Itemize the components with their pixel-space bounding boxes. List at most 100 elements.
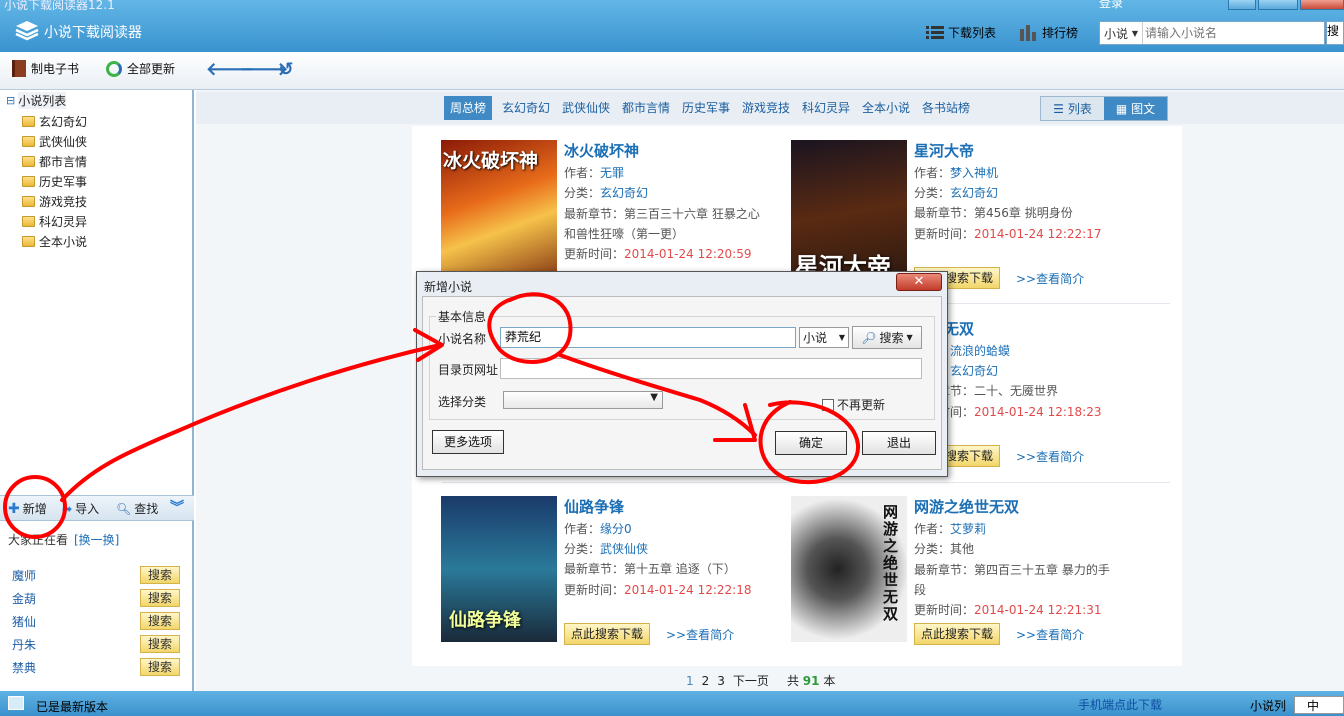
book-title[interactable]: 网游之绝世无双 [914,496,1019,517]
tab-quanben[interactable]: 全本小说 [856,96,916,120]
make-ebook-button[interactable]: 制电子书 [12,60,79,77]
search-download-button[interactable]: 点此搜索下载 [564,623,651,645]
swap-link[interactable]: [换一换] [74,531,119,548]
author-value[interactable]: 无罪 [600,166,624,180]
phone-download-link[interactable]: 手机端点此下载 [1078,696,1162,713]
sidebar-item-xuanhuan[interactable]: 玄幻奇幻 [22,112,87,130]
page-link[interactable]: 2 [702,674,710,688]
view-intro-link[interactable]: >>查看简介 [1016,626,1084,643]
ime-indicator[interactable]: 中 [1294,696,1344,714]
view-toggle: ☰ 列表 ▦ 图文 [1040,96,1168,121]
catalog-url-input[interactable] [500,358,922,379]
page-link[interactable]: 3 [717,674,725,688]
watching-search-button[interactable]: 搜索 [140,658,180,676]
forward-arrow-icon[interactable]: 🡒 [240,60,288,80]
minimize-button[interactable] [1228,0,1256,10]
watching-search-button[interactable]: 搜索 [140,589,180,607]
watching-search-button[interactable]: 搜索 [140,566,180,584]
watching-item[interactable]: 金葫 [12,590,36,607]
type-select[interactable]: 小说 ▼ [799,327,849,348]
latest-label: 最新章节： [914,206,975,220]
category-value[interactable]: 武侠仙侠 [600,542,648,556]
updated-label: 更新时间： [914,227,975,241]
book-cover[interactable]: 网游之绝世无双 [791,496,907,642]
tab-wuxia[interactable]: 武侠仙侠 [556,96,616,120]
back-arrow-icon[interactable]: 🡐 [206,60,254,80]
update-all-button[interactable]: 全部更新 [106,60,175,77]
watching-item[interactable]: 丹朱 [12,636,36,653]
maximize-button[interactable] [1258,0,1298,10]
no-update-checkbox[interactable]: 不再更新 [822,396,885,413]
refresh-arrow-icon[interactable]: ↺ [275,60,297,80]
tab-dushi[interactable]: 都市言情 [616,96,676,120]
search-button[interactable]: 搜 [1326,21,1344,45]
sidebar-item-label: 科幻灵异 [39,214,88,229]
tab-weekly[interactable]: 周总榜 [444,96,493,120]
novel-name-input[interactable]: 莽荒纪 [500,327,796,348]
book-title[interactable]: 仙路争锋 [564,496,624,517]
category-label: 选择分类 [438,395,487,409]
next-page-link[interactable]: 下一页 [733,672,769,689]
tab-lishi[interactable]: 历史军事 [676,96,736,120]
category-select[interactable]: ▼ [503,391,663,409]
search-input[interactable] [1143,26,1313,40]
folder-icon [22,115,35,127]
view-intro-link[interactable]: >>查看简介 [1016,270,1084,287]
checkbox-box[interactable] [822,398,834,411]
watching-item[interactable]: 魔师 [12,567,36,584]
search-category-dropdown[interactable]: 小说 ▼ [1100,22,1143,44]
category-value[interactable]: 玄幻奇幻 [600,186,648,200]
category-value[interactable]: 其他 [950,542,974,556]
category-label: 分类： [914,542,951,556]
author-value[interactable]: 流浪的蛤蟆 [950,344,1010,358]
book-cover[interactable]: 冰火破坏神 [441,140,557,286]
add-novel-button[interactable]: ✚ 新增 [8,500,47,517]
dialog-search-button[interactable]: 🔎︎ 搜索 ▼ [852,326,922,349]
sidebar-item-dushi[interactable]: 都市言情 [22,152,87,170]
panel-toggle-icon[interactable] [8,696,24,710]
collapse-icon[interactable]: ︾ [170,497,184,517]
tab-xuanhuan[interactable]: 玄幻奇幻 [496,96,556,120]
watching-item[interactable]: 禁典 [12,659,36,676]
find-button[interactable]: 🔍︎ 查找 [116,500,158,517]
sidebar-item-lishi[interactable]: 历史军事 [22,172,87,190]
tab-youxi[interactable]: 游戏竞技 [736,96,796,120]
author-value[interactable]: 缘分0 [600,522,632,536]
download-list-button[interactable]: 下载列表 [926,24,996,41]
author-value[interactable]: 艾萝莉 [950,522,986,536]
watching-search-button[interactable]: 搜索 [140,612,180,630]
url-label: 目录页网址 [438,363,499,377]
book-title[interactable]: 星河大帝 [914,140,974,161]
watching-search-button[interactable]: 搜索 [140,635,180,653]
login-link[interactable]: 登录 [1099,0,1123,11]
sidebar-item-youxi[interactable]: 游戏竞技 [22,192,87,210]
ok-button[interactable]: 确定 [775,431,847,455]
import-button[interactable]: ➡ 导入 [62,500,99,517]
author-value[interactable]: 梦入神机 [950,166,998,180]
page-link[interactable]: 1 [686,674,694,688]
book-cover[interactable]: 星河大帝 [791,140,907,286]
book-cover[interactable]: 仙路争锋 [441,496,557,642]
search-download-button[interactable]: 点此搜索下载 [914,623,1001,645]
tab-kehuan[interactable]: 科幻灵异 [796,96,856,120]
watching-item[interactable]: 猪仙 [12,613,36,630]
category-value[interactable]: 玄幻奇幻 [950,364,998,378]
close-button[interactable] [1300,0,1344,10]
exit-button[interactable]: 退出 [862,431,936,455]
view-intro-link[interactable]: >>查看简介 [1016,448,1084,465]
sidebar-item-wuxia[interactable]: 武侠仙侠 [22,132,87,150]
rank-button[interactable]: 排行榜 [1020,24,1078,41]
more-options-button[interactable]: 更多选项 [432,430,504,454]
grid-view-button[interactable]: ▦ 图文 [1104,97,1167,120]
tab-sites[interactable]: 各书站榜 [916,96,976,120]
list-view-button[interactable]: ☰ 列表 [1041,97,1104,120]
close-icon[interactable]: ✕ [896,273,942,291]
sidebar-item-label: 武侠仙侠 [39,134,88,149]
book-icon [12,60,26,77]
sidebar-item-kehuan[interactable]: 科幻灵异 [22,212,87,230]
tree-root[interactable]: ⊟ 小说列表 [6,92,67,109]
book-title[interactable]: 冰火破坏神 [564,140,639,161]
category-value[interactable]: 玄幻奇幻 [950,186,998,200]
sidebar-item-quanben[interactable]: 全本小说 [22,232,87,250]
view-intro-link[interactable]: >>查看简介 [666,626,734,643]
